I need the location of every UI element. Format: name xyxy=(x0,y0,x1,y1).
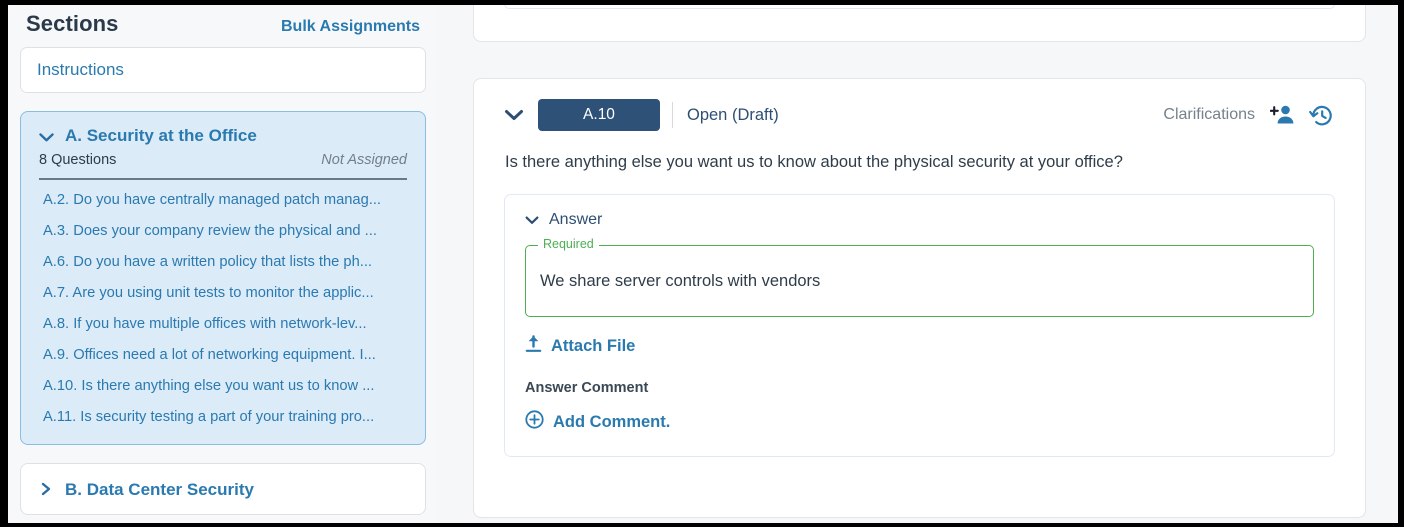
assignment-status-a: Not Assigned xyxy=(321,152,407,168)
answer-input[interactable] xyxy=(540,271,1299,291)
chevron-right-icon xyxy=(39,482,55,499)
sidebar-item-instructions[interactable]: Instructions xyxy=(20,47,426,93)
section-card-a: A. Security at the Office 8 Questions No… xyxy=(20,111,426,445)
upload-icon xyxy=(525,335,542,358)
question-header: A.10 Open (Draft) Clarifications xyxy=(504,99,1335,131)
list-item[interactable]: A.2. Do you have centrally managed patch… xyxy=(39,184,407,215)
section-header-a[interactable]: A. Security at the Office xyxy=(39,126,407,146)
answer-label: Answer xyxy=(549,211,603,228)
list-item[interactable]: A.8. If you have multiple offices with n… xyxy=(39,308,407,339)
list-item[interactable]: A.9. Offices need a lot of networking eq… xyxy=(39,339,407,370)
answer-comment-heading: Answer Comment xyxy=(525,380,649,396)
plus-circle-icon xyxy=(525,410,544,434)
required-legend: Required xyxy=(538,237,599,251)
clarifications-link[interactable]: Clarifications xyxy=(1163,106,1255,124)
list-item[interactable]: A.10. Is there anything else you want us… xyxy=(39,370,407,401)
section-header-b[interactable]: B. Data Center Security xyxy=(39,480,407,500)
bulk-assignments-link[interactable]: Bulk Assignments xyxy=(281,18,420,36)
attach-file-label: Attach File xyxy=(551,337,636,355)
chevron-down-icon[interactable] xyxy=(504,105,524,125)
answer-section-header[interactable]: Answer xyxy=(525,211,1314,229)
history-icon[interactable] xyxy=(1309,102,1335,128)
chevron-down-icon xyxy=(525,213,539,228)
question-list-a: A.2. Do you have centrally managed patch… xyxy=(39,180,407,432)
question-id-badge[interactable]: A.10 xyxy=(538,99,660,131)
question-detail-pane: A.10 Open (Draft) Clarifications Is ther… xyxy=(436,5,1398,523)
sidebar-header: Sections Bulk Assignments xyxy=(20,5,426,47)
status-badge: Open (Draft) xyxy=(687,105,779,124)
add-comment-button[interactable]: Add Comment. xyxy=(525,410,670,434)
sections-sidebar: Sections Bulk Assignments Instructions A… xyxy=(8,5,436,523)
section-card-b: B. Data Center Security xyxy=(20,463,426,515)
attach-file-button[interactable]: Attach File xyxy=(525,335,635,358)
previous-card-inner-panel xyxy=(504,5,1335,9)
section-title-b: B. Data Center Security xyxy=(65,480,254,499)
add-comment-label: Add Comment. xyxy=(553,412,671,431)
question-header-actions: Clarifications xyxy=(1163,102,1335,128)
answer-panel: Answer Required Attach File xyxy=(504,194,1335,457)
instructions-label: Instructions xyxy=(37,60,124,79)
list-item[interactable]: A.11. Is security testing a part of your… xyxy=(39,401,407,432)
previous-question-card-partial xyxy=(473,5,1366,42)
section-meta-a: 8 Questions Not Assigned xyxy=(39,152,407,180)
question-text: Is there anything else you want us to kn… xyxy=(505,153,1123,171)
application-window: Sections Bulk Assignments Instructions A… xyxy=(8,5,1398,523)
section-title-a: A. Security at the Office xyxy=(65,126,257,145)
answer-field-wrapper: Required xyxy=(525,237,1314,317)
question-card: A.10 Open (Draft) Clarifications Is ther… xyxy=(473,78,1366,518)
list-item[interactable]: A.3. Does your company review the physic… xyxy=(39,215,407,246)
page-title: Sections xyxy=(26,11,119,36)
header-divider xyxy=(672,102,673,128)
list-item[interactable]: A.6. Do you have a written policy that l… xyxy=(39,246,407,277)
add-person-icon[interactable] xyxy=(1269,102,1295,128)
chevron-down-icon xyxy=(39,128,55,145)
question-count-a: 8 Questions xyxy=(39,152,117,168)
list-item[interactable]: A.7. Are you using unit tests to monitor… xyxy=(39,277,407,308)
